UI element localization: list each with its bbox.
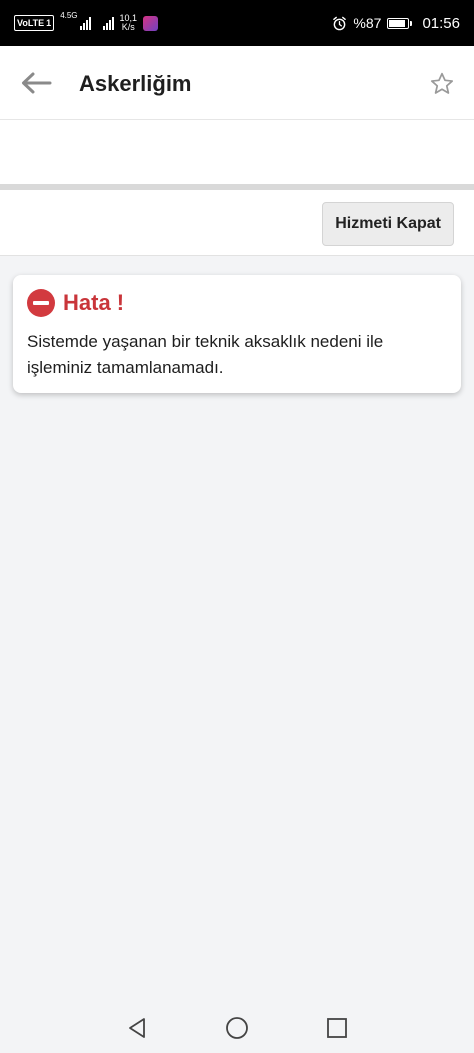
signal-icon: [79, 16, 91, 30]
network-speed-unit: K/s: [121, 22, 135, 32]
error-title: Hata !: [63, 290, 125, 315]
network-speed: 10,1 K/s: [120, 14, 138, 32]
content-header-area: [0, 120, 474, 184]
no-entry-icon: [27, 289, 55, 317]
signal-icon: [102, 16, 114, 30]
favorite-button[interactable]: [428, 70, 456, 98]
volte-icon: VoLTE 1: [14, 15, 55, 31]
alarm-icon: [333, 16, 347, 30]
error-message: Sistemde yaşanan bir teknik aksaklık ned…: [27, 332, 384, 377]
volte-label: VoLTE: [17, 18, 45, 28]
app-notification-icon: [143, 15, 159, 31]
system-navigation-bar: [0, 1003, 474, 1053]
nav-back-button[interactable]: [87, 1006, 187, 1050]
status-bar-left: VoLTE 1 4.5G 10,1 K/s: [14, 11, 159, 32]
app-bar: Askerliğim: [0, 46, 474, 120]
close-service-button[interactable]: Hizmeti Kapat: [322, 202, 454, 246]
battery-icon: [387, 17, 413, 29]
battery-percent: %87: [353, 15, 382, 31]
back-button[interactable]: [18, 66, 54, 100]
service-toolbar: Hizmeti Kapat: [0, 190, 474, 256]
nav-recents-button[interactable]: [287, 1006, 387, 1050]
arrow-left-icon: [22, 72, 52, 94]
star-outline-icon: [430, 72, 454, 94]
back-triangle-icon: [129, 1018, 145, 1038]
error-header: Hata !: [27, 289, 447, 317]
nav-home-button[interactable]: [187, 1006, 287, 1050]
page-title: Askerliğim: [79, 71, 192, 96]
status-bar-right: %87 01:56: [332, 15, 460, 32]
recents-square-icon: [327, 1018, 347, 1038]
status-bar: VoLTE 1 4.5G 10,1 K/s %87 01:56: [0, 0, 474, 46]
error-alert: Hata ! Sistemde yaşanan bir teknik aksak…: [13, 275, 461, 393]
home-circle-icon: [226, 1017, 248, 1039]
sim-slot-label: 1: [46, 18, 52, 28]
clock: 01:56: [422, 14, 460, 32]
network-generation: 4.5G: [60, 11, 78, 20]
